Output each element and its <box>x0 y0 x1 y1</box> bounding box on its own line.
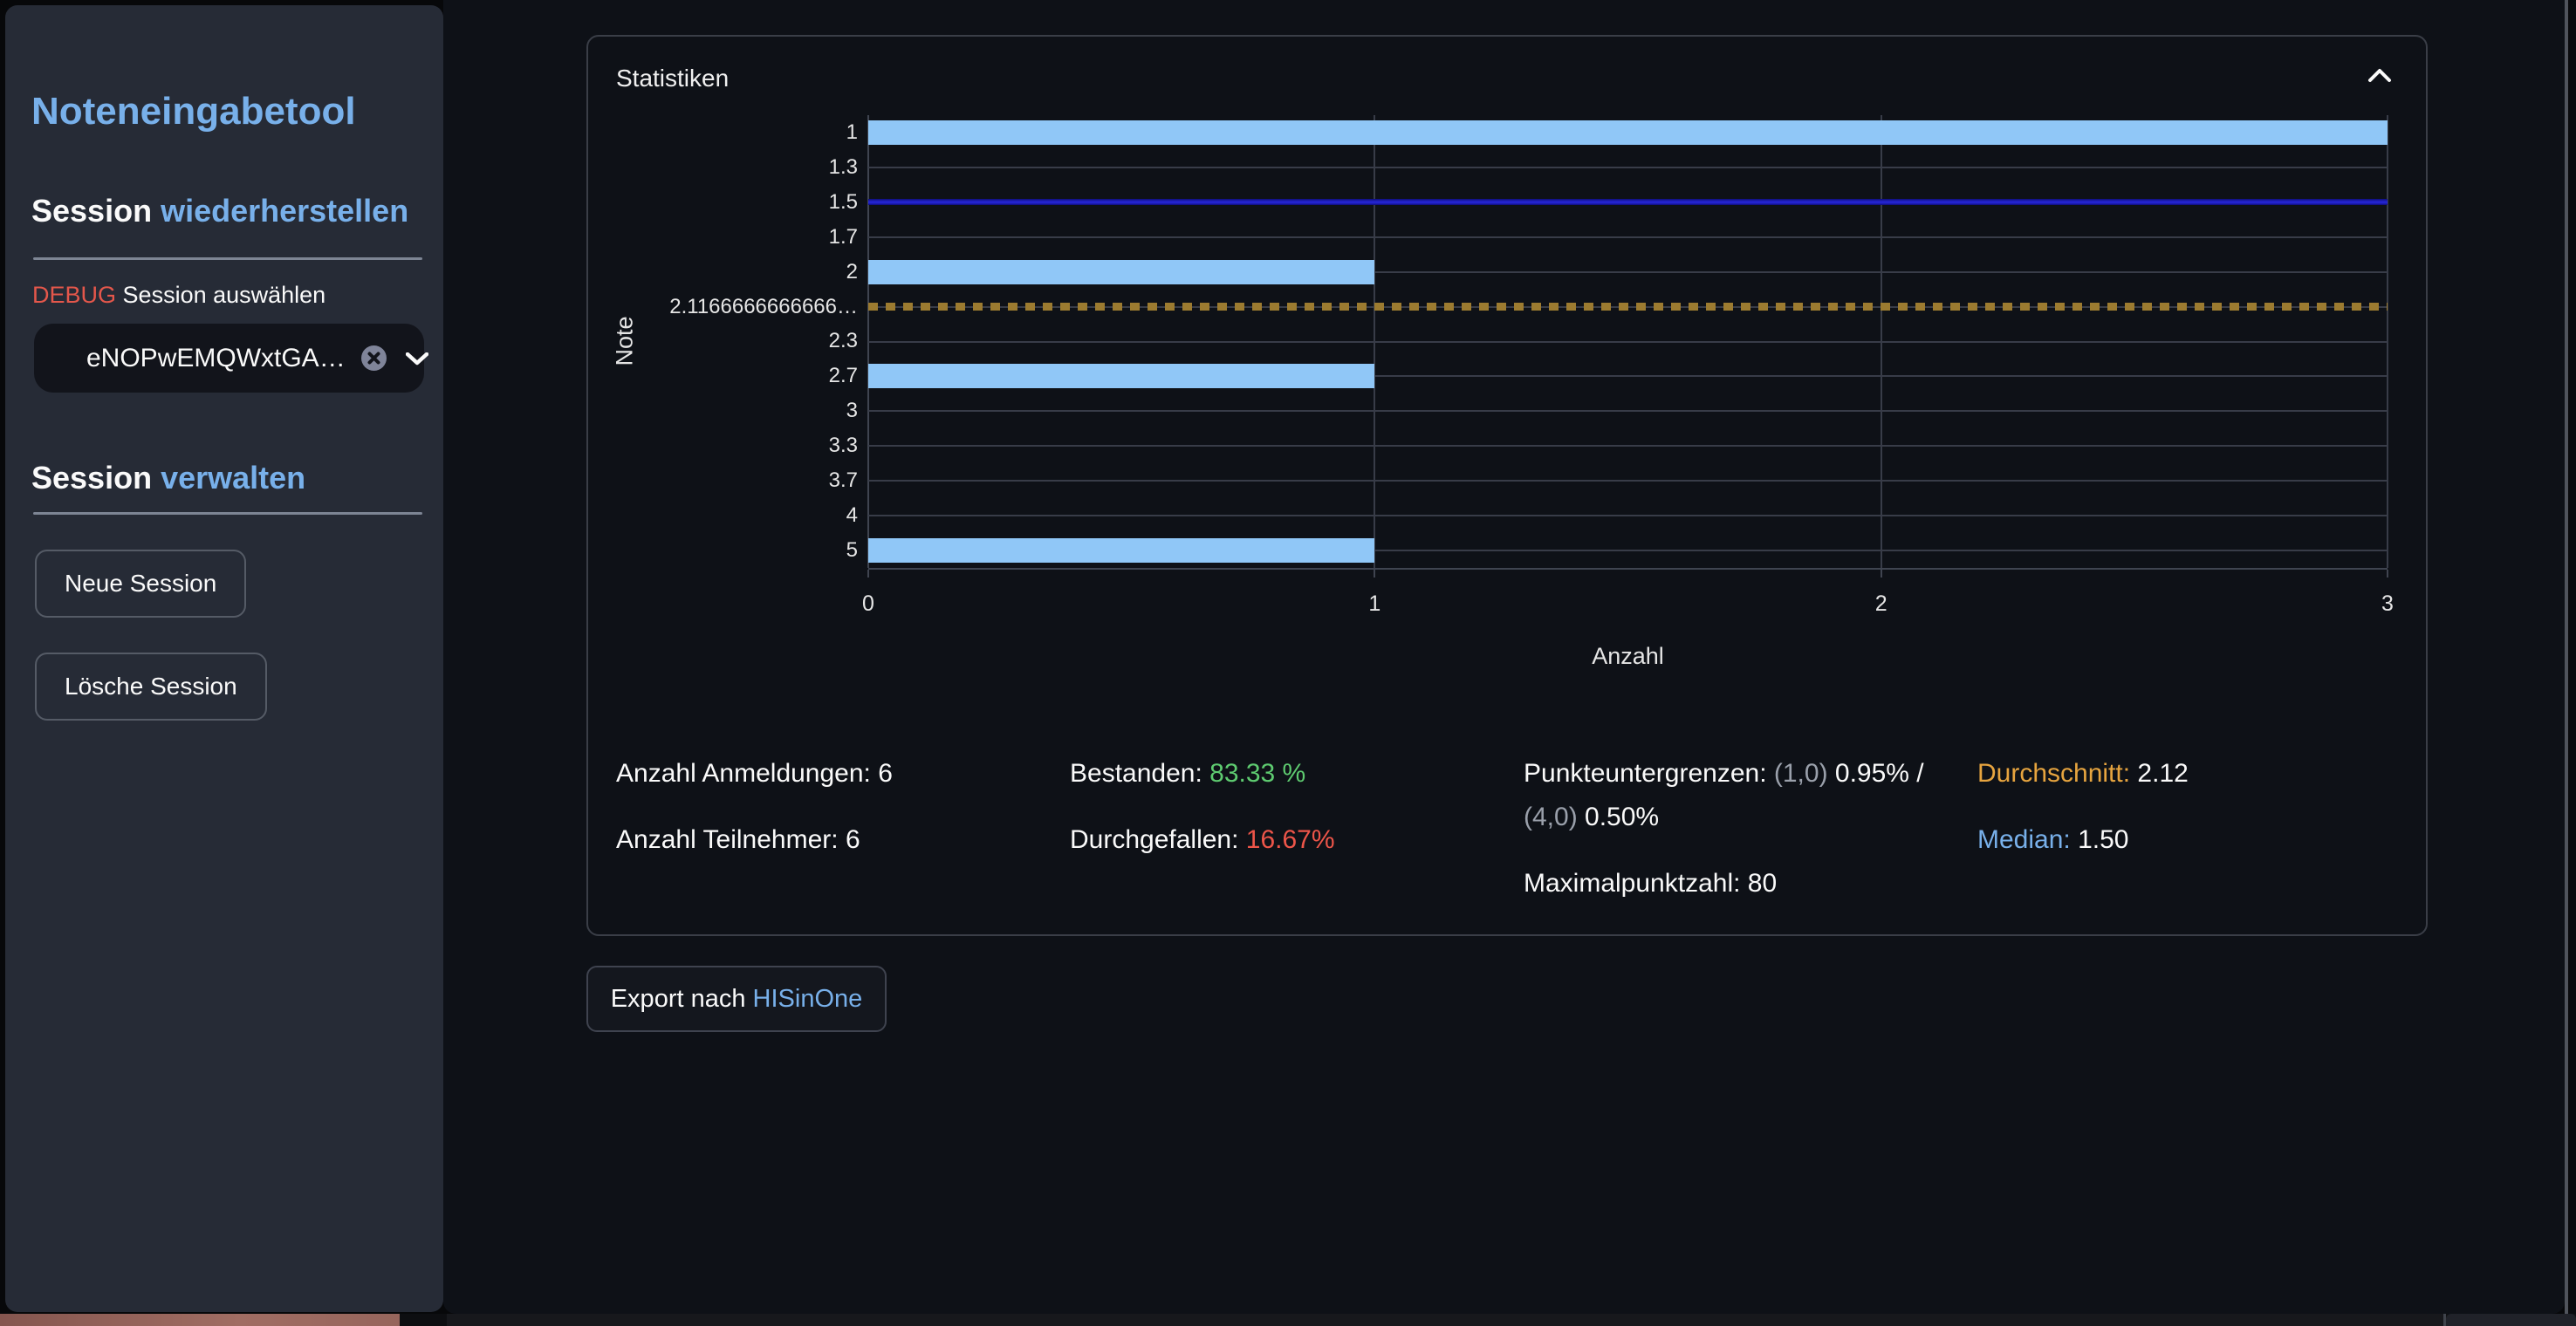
background-strip-segment <box>2446 1314 2576 1326</box>
stat-value: 80 <box>1748 869 1777 898</box>
stat-column-points: Punkteuntergrenzen: (1,0) 0.95% / (4,0) … <box>1524 752 1977 928</box>
heading-text: Session <box>31 460 152 496</box>
background-strip-segment <box>0 1314 400 1326</box>
heading-accent: wiederherstellen <box>161 193 408 229</box>
session-select[interactable]: eNOPwEMQWxtGA… <box>34 324 424 393</box>
collapse-panel-icon[interactable] <box>2367 66 2393 85</box>
restore-session-heading: Session wiederherstellen <box>31 192 408 230</box>
stat-durchschnitt: Durchschnitt: 2.12 <box>1977 752 2431 796</box>
stat-column-passrate: Bestanden: 83.33 % Durchgefallen: 16.67% <box>1070 752 1524 928</box>
heading-text: Session <box>31 193 152 229</box>
chevron-down-icon[interactable] <box>406 352 428 366</box>
stat-column-averages: Durchschnitt: 2.12 Median: 1.50 <box>1977 752 2431 928</box>
grade-bound-4: (4,0) <box>1524 803 1578 831</box>
app-title: Noteneingabetool <box>31 89 356 134</box>
stat-bestanden: Bestanden: 83.33 % <box>1070 752 1524 796</box>
clear-selection-icon[interactable] <box>361 345 387 371</box>
stat-durchgefallen: Durchgefallen: 16.67% <box>1070 818 1524 862</box>
stat-column-counts: Anzahl Anmeldungen: 6 Anzahl Teilnehmer:… <box>616 752 1070 928</box>
grade-bound-1: (1,0) <box>1774 759 1828 788</box>
stat-anmeldungen: Anzahl Anmeldungen: 6 <box>616 752 1070 796</box>
divider <box>33 257 422 260</box>
y-axis-title: Note <box>612 316 639 366</box>
session-select-label: DEBUG Session auswählen <box>32 280 325 310</box>
heading-accent: verwalten <box>161 460 305 496</box>
stat-value: 2.12 <box>2137 759 2188 788</box>
session-select-value: eNOPwEMQWxtGA… <box>86 324 346 393</box>
sidebar: Noteneingabetool Session wiederherstelle… <box>5 5 443 1312</box>
background-strip-segment <box>400 1314 447 1326</box>
hisinone-link: HISinOne <box>753 985 863 1013</box>
new-session-button[interactable]: Neue Session <box>35 550 246 618</box>
stat-punkteuntergrenzen: Punkteuntergrenzen: (1,0) 0.95% / (4,0) … <box>1524 752 1977 839</box>
stat-median: Median: 1.50 <box>1977 818 2431 862</box>
stat-value-pass: 83.33 % <box>1209 759 1305 788</box>
debug-badge: DEBUG <box>32 282 116 308</box>
app-root: Noteneingabetool Session wiederherstelle… <box>0 0 2576 1326</box>
x-axis-title: Anzahl <box>868 643 2388 670</box>
delete-session-button[interactable]: Lösche Session <box>35 653 267 721</box>
export-button[interactable]: Export nach HISinOne <box>586 966 887 1032</box>
stat-value: 1.50 <box>2078 825 2128 854</box>
stat-maximalpunktzahl: Maximalpunktzahl: 80 <box>1524 862 1977 906</box>
panel-title: Statistiken <box>616 65 729 92</box>
scrollbar-gutter <box>2568 0 2576 1314</box>
stat-value: 6 <box>846 825 860 854</box>
stat-teilnehmer: Anzahl Teilnehmer: 6 <box>616 818 1070 862</box>
select-label-text: Session auswählen <box>123 282 326 308</box>
stat-value-fail: 16.67% <box>1246 825 1335 854</box>
stat-value: 6 <box>878 759 893 788</box>
background-strip-segment <box>447 1314 2443 1326</box>
divider <box>33 512 422 515</box>
statistics-summary: Anzahl Anmeldungen: 6 Anzahl Teilnehmer:… <box>616 752 2414 928</box>
background-strip <box>0 1314 2576 1326</box>
manage-session-heading: Session verwalten <box>31 459 305 497</box>
